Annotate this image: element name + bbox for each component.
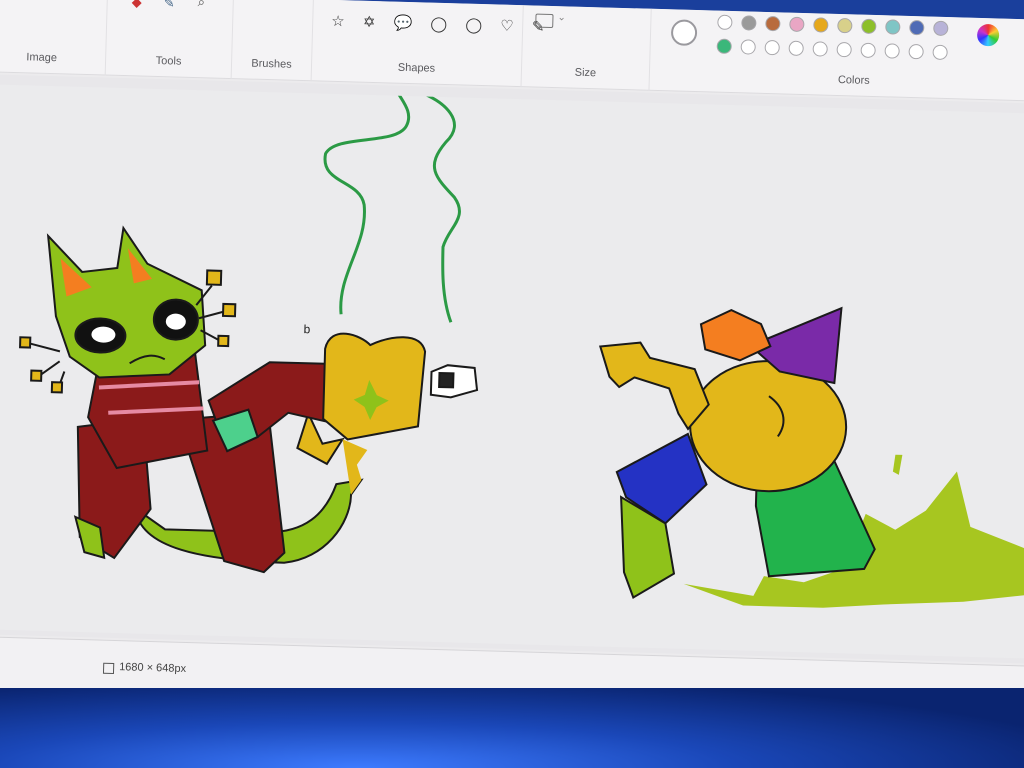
color-swatch[interactable] (884, 43, 900, 59)
paint-window: Image ◆ ✎ ⌕ Tools Brushes ☆ ✡ 💬 ◯ ◯ ♡ ✎ … (0, 0, 1024, 760)
brushes-group-label: Brushes (251, 57, 292, 71)
image-group-label: Image (26, 51, 58, 65)
color-swatch[interactable] (933, 20, 949, 37)
color-swatch[interactable] (860, 42, 876, 59)
image-group[interactable]: Image (0, 0, 108, 76)
colors-group: Colors (649, 9, 1024, 102)
size-group[interactable]: ⌄ Size (521, 5, 652, 91)
chevron-down-icon[interactable]: ⌄ (557, 12, 566, 23)
color-swatch[interactable] (741, 15, 757, 31)
shapes-group: ☆ ✡ 💬 ◯ ◯ ♡ ✎ Shapes (311, 0, 552, 88)
colors-group-label: Colors (837, 73, 870, 87)
color-swatch[interactable] (788, 40, 804, 57)
color-swatch[interactable] (789, 16, 805, 33)
drawing: b (19, 69, 1024, 608)
canvas-dimensions: 1680 × 648px (118, 661, 187, 676)
color-swatch[interactable] (717, 14, 733, 31)
tiny-b-mark: b (303, 322, 310, 336)
size-group-label: Size (574, 66, 597, 80)
edit-colors-icon[interactable] (976, 23, 1000, 47)
tools-group[interactable]: ◆ ✎ ⌕ Tools (105, 0, 234, 80)
smoke-stroke-left (323, 79, 411, 315)
eraser-icon[interactable]: ◆ (131, 0, 142, 11)
color-swatch[interactable] (740, 39, 756, 55)
round-character (598, 306, 1024, 608)
color-palette (652, 9, 1024, 61)
yellow-arm (598, 341, 710, 431)
smoke-stroke-right (392, 69, 461, 323)
brushes-group[interactable]: Brushes (231, 0, 314, 82)
color-swatch[interactable] (837, 17, 853, 34)
color-swatch[interactable] (908, 43, 924, 60)
tools-group-label: Tools (155, 54, 182, 68)
color-swatch[interactable] (716, 38, 732, 55)
color-swatch[interactable] (932, 44, 948, 61)
pencil-icon[interactable]: ✎ (163, 0, 175, 11)
color-swatch[interactable] (765, 15, 781, 32)
shapes-group-label: Shapes (397, 61, 436, 75)
color-swatch[interactable] (764, 39, 780, 56)
canvas-area: b (0, 69, 1024, 664)
color-swatch[interactable] (813, 17, 829, 33)
cat-fist (322, 332, 427, 441)
cat-character: b (19, 225, 479, 574)
color-swatch[interactable] (885, 19, 901, 35)
shapes-gallery[interactable]: ☆ ✡ 💬 ◯ ◯ ♡ ✎ (331, 12, 552, 36)
magnifier-icon[interactable]: ⌕ (198, 0, 206, 10)
drawing-canvas[interactable]: b (0, 69, 1024, 659)
layers-icon[interactable] (535, 13, 554, 29)
color-swatch[interactable] (812, 41, 828, 57)
color-swatch[interactable] (861, 18, 877, 35)
canvas-size-icon (102, 662, 115, 675)
color-swatch[interactable] (836, 41, 852, 58)
desktop-wallpaper (0, 688, 1024, 768)
primary-color-swatch[interactable] (670, 19, 698, 47)
splash-drop (892, 454, 903, 475)
color-swatch[interactable] (909, 19, 925, 36)
